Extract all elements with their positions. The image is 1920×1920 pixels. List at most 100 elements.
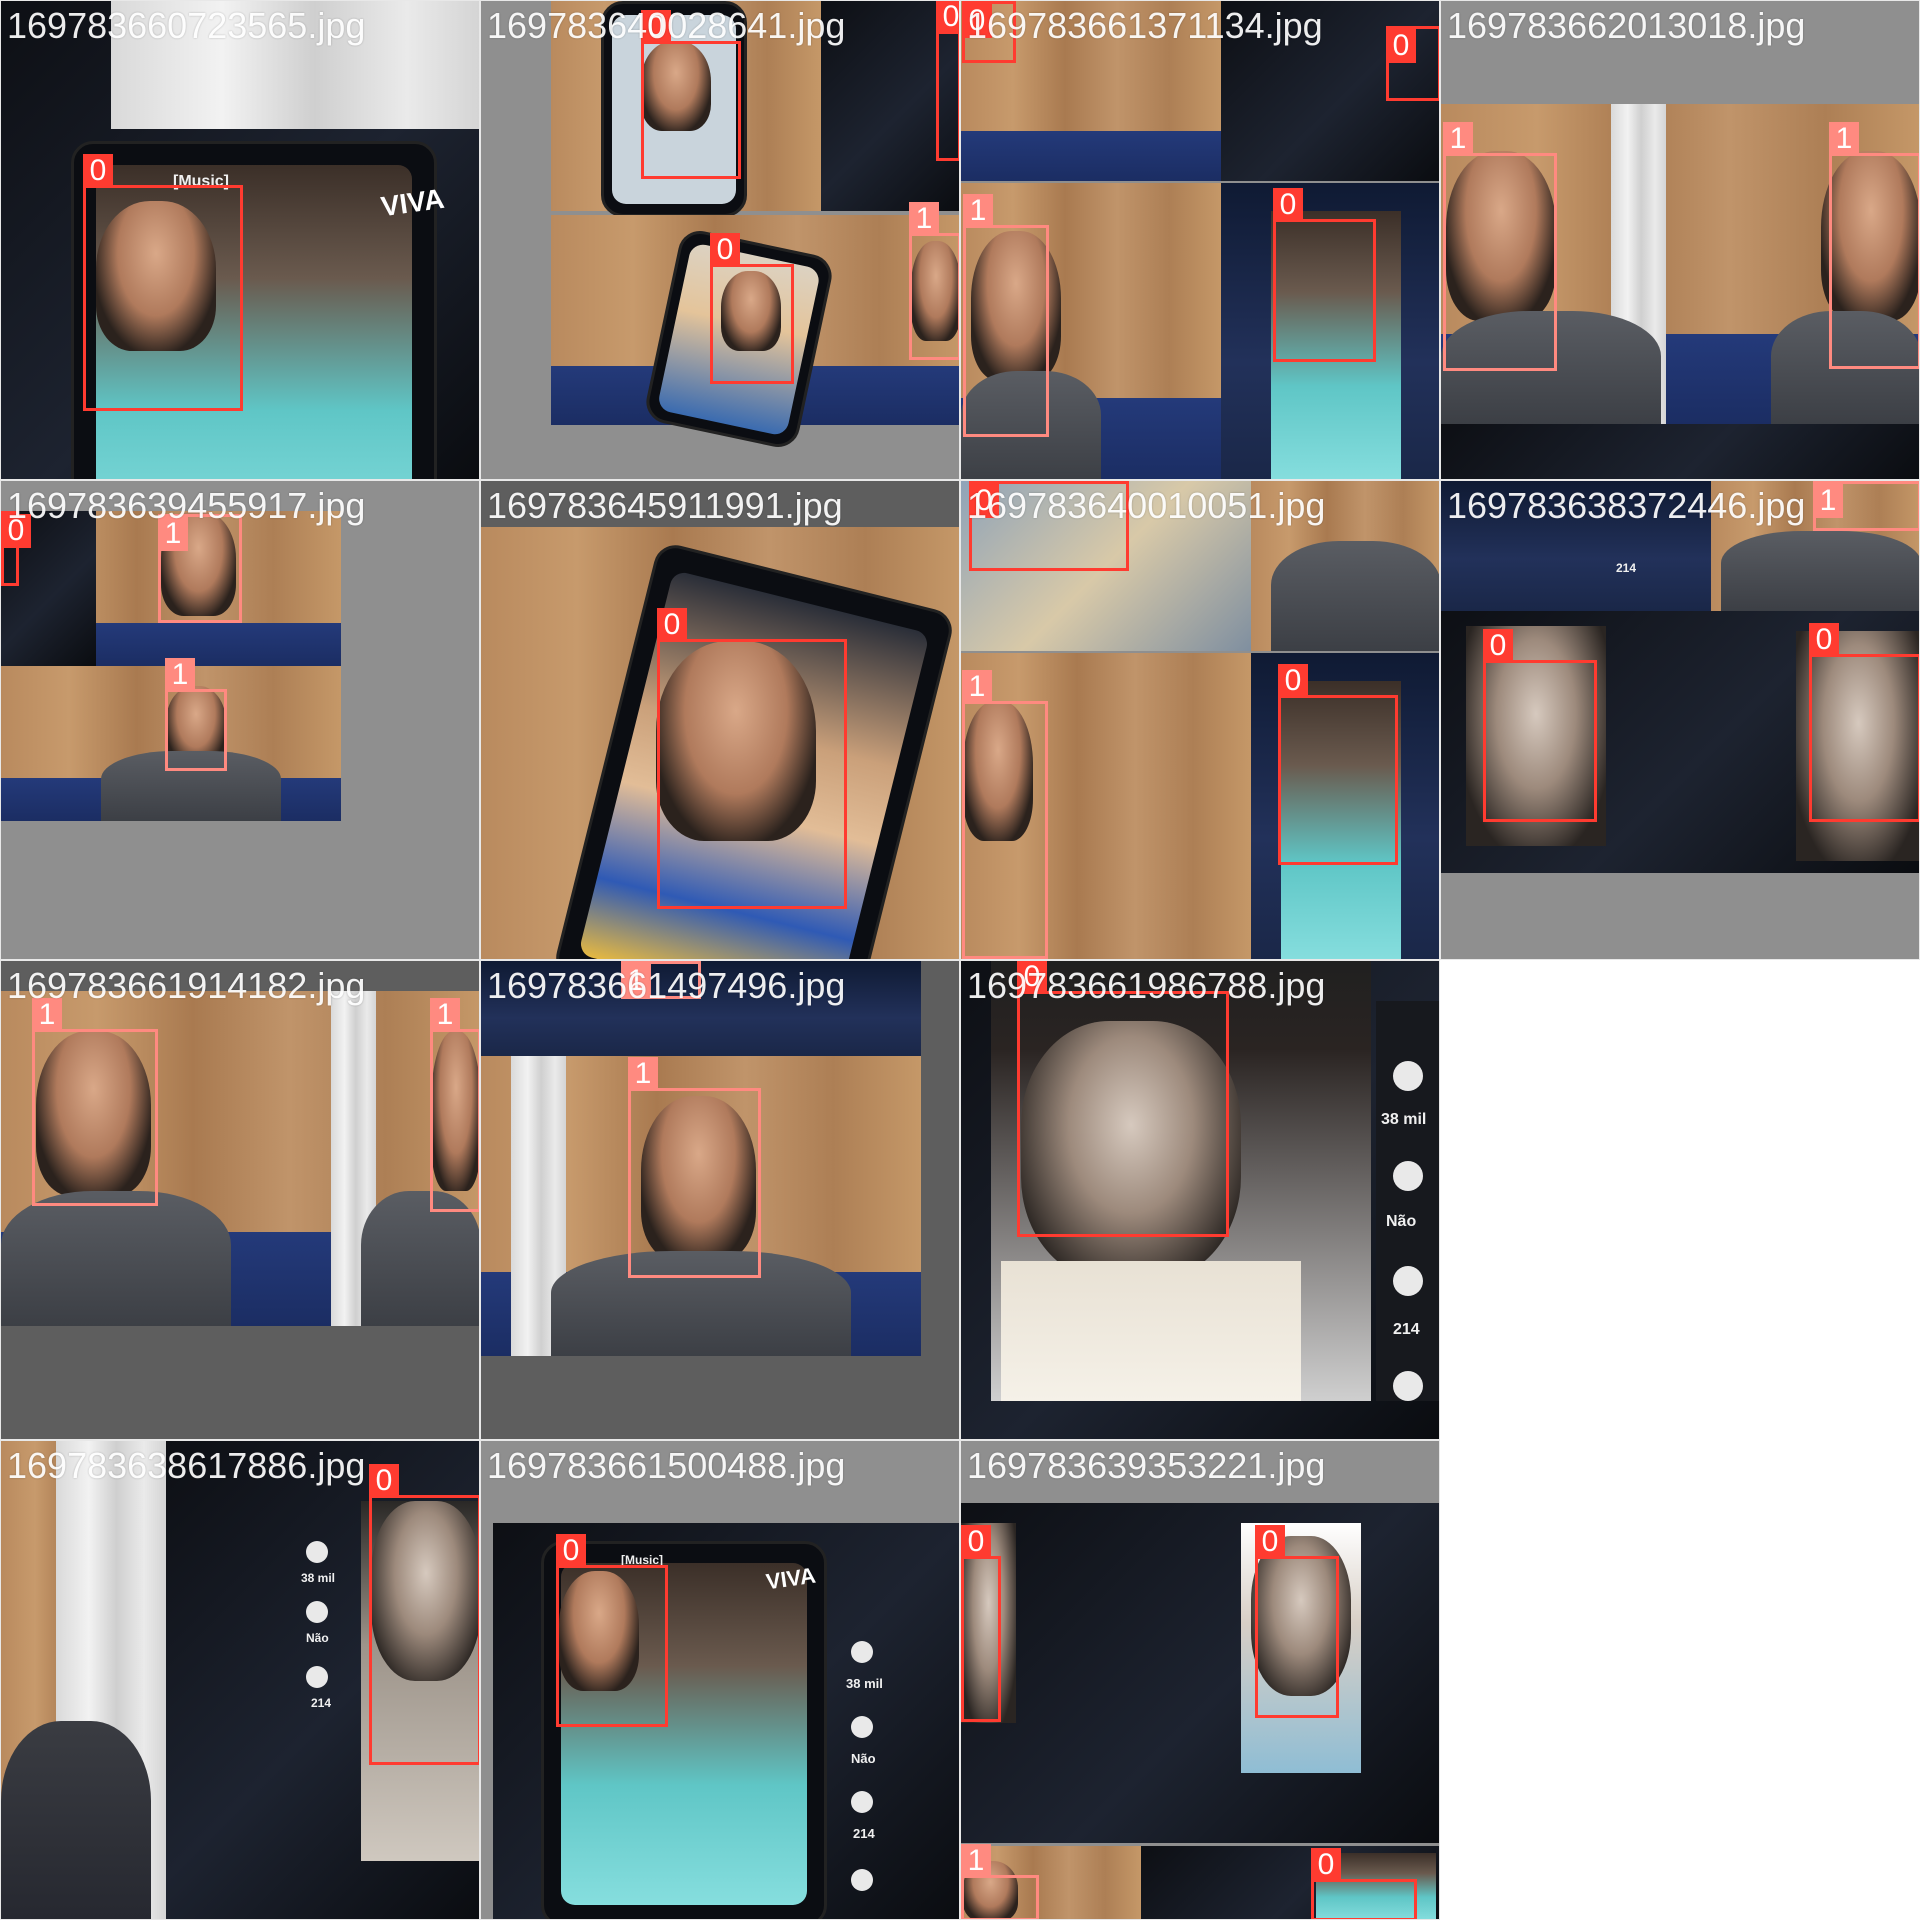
- bbox-class-0[interactable]: 0: [556, 1534, 668, 1727]
- thumbs-up-icon[interactable]: [306, 1541, 328, 1563]
- comment-count: 214: [1616, 561, 1637, 575]
- tile-filename: 169783661497496.jpg: [487, 965, 846, 1006]
- tile-filename: 169783662013018.jpg: [1447, 5, 1806, 46]
- bbox-tag: 0: [1809, 623, 1839, 657]
- bbox-class-0[interactable]: 0: [1278, 664, 1398, 865]
- bbox-tag: 1: [165, 658, 195, 692]
- bbox-class-0[interactable]: 0: [1273, 188, 1376, 362]
- thumbs-up-icon[interactable]: [1393, 1061, 1423, 1091]
- bbox-class-1[interactable]: 1: [1829, 122, 1919, 369]
- bbox-class-1[interactable]: 1: [909, 202, 959, 360]
- bbox-class-0[interactable]: 0: [369, 1464, 479, 1765]
- tile-filename: 169783661914182.jpg: [7, 965, 366, 1006]
- mosaic-tile-9[interactable]: 1 1 169783661914182.jpg: [0, 960, 480, 1440]
- bbox-class-0[interactable]: 0: [961, 1525, 1001, 1722]
- tile-filename: 169783661371134.jpg: [967, 5, 1323, 46]
- tile-filename: 169783638617886.jpg: [7, 1445, 366, 1486]
- bbox-tag: 0: [83, 154, 113, 188]
- comment-count: 214: [1393, 1321, 1420, 1338]
- jacket-region: [1, 1721, 151, 1919]
- bbox-class-1[interactable]: 1: [430, 998, 479, 1212]
- mosaic-tile-12[interactable]: 38 mil Não 214 0 169783638617886.jpg: [0, 1440, 480, 1920]
- tile-filename: 169783661500488.jpg: [487, 1445, 846, 1486]
- mosaic-tile-11[interactable]: 38 mil Não 214 0 169783661986788.jpg: [960, 960, 1440, 1440]
- thumbs-down-icon[interactable]: [851, 1716, 873, 1738]
- like-count: 38 mil: [301, 1571, 336, 1585]
- mosaic-tile-5[interactable]: 0 1 1 169783639455917.jpg: [0, 480, 480, 960]
- bbox-class-1[interactable]: 1: [961, 1844, 1039, 1919]
- bbox-tag: 0: [710, 233, 740, 267]
- bbox-tag: 0: [1483, 629, 1513, 663]
- mosaic-tile-2[interactable]: 0 0 1 0 169783640028641.jpg: [480, 0, 960, 480]
- comment-count: 214: [853, 1826, 875, 1841]
- mosaic-tile-1[interactable]: [Music] VIVA 0 169783660723565.jpg: [0, 0, 480, 480]
- bbox-class-0[interactable]: 0: [657, 608, 847, 909]
- mosaic-tile-7[interactable]: 0 1 0 169783640010051.jpg: [960, 480, 1440, 960]
- bbox-class-1[interactable]: 1: [1443, 122, 1557, 371]
- bbox-tag: 0: [1278, 664, 1308, 698]
- bbox-tag: 0: [369, 1464, 399, 1498]
- tile-filename: 169783639455917.jpg: [7, 485, 366, 526]
- mosaic-tile-13[interactable]: [Music] VIVA 38 mil Não 214 0 1697836615…: [480, 1440, 960, 1920]
- monitor-region: [961, 1503, 1439, 1843]
- bbox-tag: 1: [961, 1844, 991, 1878]
- tile-filename: 169783661986788.jpg: [967, 965, 1326, 1006]
- bbox-class-1[interactable]: 1: [628, 1057, 761, 1278]
- thumbs-up-icon[interactable]: [851, 1641, 873, 1663]
- bbox-class-0[interactable]: 0: [641, 10, 741, 179]
- bbox-tag: 0: [1386, 29, 1416, 63]
- thumbs-down-icon[interactable]: [1393, 1161, 1423, 1191]
- comment-icon[interactable]: [306, 1666, 328, 1688]
- mosaic-tile-4[interactable]: 1 1 169783662013018.jpg: [1440, 0, 1920, 480]
- monitor-region: [1441, 424, 1919, 479]
- empty-cell: [1440, 960, 1920, 1440]
- mosaic-tile-8[interactable]: 214 0 0 1 169783638372446.jpg: [1440, 480, 1920, 960]
- bbox-tag: 1: [909, 202, 939, 236]
- bbox-class-1[interactable]: 1: [962, 670, 1048, 959]
- tile-filename: 169783639353221.jpg: [967, 1445, 1326, 1486]
- mosaic-tile-14[interactable]: 0 0 1 0 169783639353221.jpg: [960, 1440, 1440, 1920]
- dislike-label: Não: [851, 1751, 876, 1766]
- bbox-class-1[interactable]: 1: [158, 514, 242, 623]
- bbox-class-0[interactable]: 0: [936, 1, 959, 161]
- bbox-class-0[interactable]: 0: [1809, 623, 1919, 822]
- tile-filename: 169783638372446.jpg: [1447, 485, 1806, 526]
- share-icon[interactable]: [1393, 1371, 1423, 1401]
- bbox-class-1[interactable]: 1: [32, 998, 158, 1206]
- bbox-tag: 1: [1443, 122, 1473, 156]
- bbox-tag: 0: [936, 1, 959, 34]
- like-count: 38 mil: [846, 1676, 883, 1691]
- jacket-region: [1, 1191, 231, 1326]
- comment-icon[interactable]: [1393, 1266, 1423, 1296]
- mosaic-tile-3[interactable]: 0 0 1 0 169783661371134.jpg: [960, 0, 1440, 480]
- bbox-tag: 1: [962, 670, 992, 704]
- jacket-region: [1271, 541, 1439, 651]
- mosaic-tile-6[interactable]: 0 169783645911991.jpg: [480, 480, 960, 960]
- bbox-tag: 1: [963, 194, 993, 228]
- comment-count: 214: [311, 1696, 332, 1710]
- share-icon[interactable]: [851, 1869, 873, 1891]
- dislike-label: Não: [306, 1631, 329, 1645]
- dislike-label: Não: [1386, 1213, 1417, 1230]
- bbox-class-1[interactable]: 1: [165, 658, 227, 771]
- bbox-class-1[interactable]: 1: [963, 194, 1049, 437]
- thumbs-down-icon[interactable]: [306, 1601, 328, 1623]
- bbox-class-1[interactable]: 1: [1813, 481, 1919, 531]
- bbox-class-0[interactable]: 0: [1483, 629, 1597, 822]
- detection-mosaic: [Music] VIVA 0 169783660723565.jpg 0 0 1…: [0, 0, 1920, 1920]
- tile-filename: 169783660723565.jpg: [7, 5, 366, 46]
- bbox-tag: 0: [657, 608, 687, 642]
- bbox-tag: 1: [628, 1057, 658, 1091]
- bbox-class-0[interactable]: 0: [710, 233, 794, 384]
- bbox-tag: 0: [1255, 1525, 1285, 1559]
- bbox-class-0[interactable]: 0: [1386, 26, 1439, 101]
- mosaic-tile-10[interactable]: 1 1 169783661497496.jpg: [480, 960, 960, 1440]
- bbox-class-0[interactable]: 0: [1255, 1525, 1339, 1718]
- tile-filename: 169783640010051.jpg: [967, 485, 1326, 526]
- bbox-class-0[interactable]: 0: [1311, 1848, 1417, 1919]
- bbox-class-0[interactable]: 0: [1017, 961, 1229, 1237]
- bbox-tag: 1: [1829, 122, 1859, 156]
- comment-icon[interactable]: [851, 1791, 873, 1813]
- bbox-class-0[interactable]: 0: [83, 154, 243, 411]
- bbox-tag: 1: [1813, 484, 1843, 518]
